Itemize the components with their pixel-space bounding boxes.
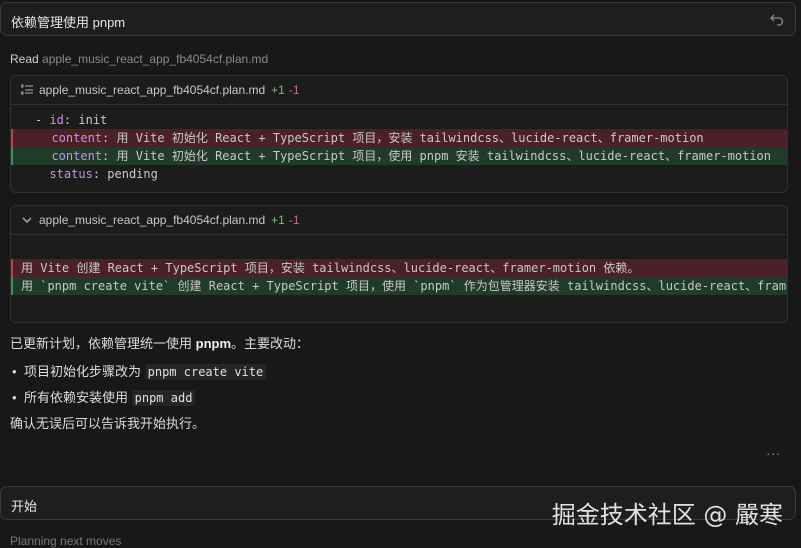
more-options-button[interactable]: ... xyxy=(766,442,781,458)
added-count: +1 xyxy=(271,83,285,97)
summary-text: 已更新计划，依赖管理统一使用 pnpm。主要改动： xyxy=(10,336,310,351)
diff-header[interactable]: apple_music_react_app_fb4054cf.plan.md +1… xyxy=(11,206,787,235)
diff-file-name: apple_music_react_app_fb4054cf.plan.md xyxy=(39,213,266,227)
code-line-removed: content: 用 Vite 初始化 React + TypeScript 项… xyxy=(11,129,787,147)
undo-icon[interactable] xyxy=(769,11,785,27)
chevron-down-icon[interactable] xyxy=(21,214,33,226)
diff-code: - id: init content: 用 Vite 初始化 React + T… xyxy=(11,105,787,183)
inline-code: pnpm add xyxy=(131,390,196,406)
read-label: Read xyxy=(10,52,39,66)
confirm-text: 确认无误后可以告诉我开始执行。 xyxy=(10,416,206,431)
read-line: Read apple_music_react_app_fb4054cf.plan… xyxy=(10,52,268,66)
diff-block-1: apple_music_react_app_fb4054cf.plan.md +1… xyxy=(10,75,788,193)
inline-code: pnpm create vite xyxy=(144,364,267,380)
status-text: Planning next moves xyxy=(10,534,122,548)
code-line-added: 用 `pnpm create vite` 创建 React + TypeScri… xyxy=(11,277,787,295)
code-line-removed: 用 Vite 创建 React + TypeScript 项目，安装 tailw… xyxy=(11,259,787,277)
removed-count: -1 xyxy=(288,213,300,227)
added-count: +1 xyxy=(271,213,285,227)
summary-bold: pnpm xyxy=(195,336,232,351)
start-text: 开始 xyxy=(11,499,38,514)
prompt-text: 依赖管理使用 pnpm xyxy=(11,15,126,30)
read-file-link[interactable]: apple_music_react_app_fb4054cf.plan.md xyxy=(42,52,268,66)
prompt-box[interactable]: 依赖管理使用 pnpm xyxy=(0,2,796,36)
code-line: - id: init xyxy=(35,113,108,127)
diff-block-2: apple_music_react_app_fb4054cf.plan.md +1… xyxy=(10,205,788,323)
watermark: 掘金技术社区 @ 嚴寒 xyxy=(551,501,783,529)
code-line-added: content: 用 Vite 初始化 React + TypeScript 项… xyxy=(11,147,787,165)
list-icon xyxy=(21,84,33,95)
diff-file-name: apple_music_react_app_fb4054cf.plan.md xyxy=(39,83,266,97)
code-line: status: pending xyxy=(49,167,158,181)
list-item: • 所有依赖安装使用 pnpm add xyxy=(12,387,196,406)
list-item: • 项目初始化步骤改为 pnpm create vite xyxy=(12,361,267,380)
removed-count: -1 xyxy=(288,83,300,97)
diff-header[interactable]: apple_music_react_app_fb4054cf.plan.md +1… xyxy=(11,76,787,105)
diff-code: 用 Vite 创建 React + TypeScript 项目，安装 tailw… xyxy=(11,235,787,295)
